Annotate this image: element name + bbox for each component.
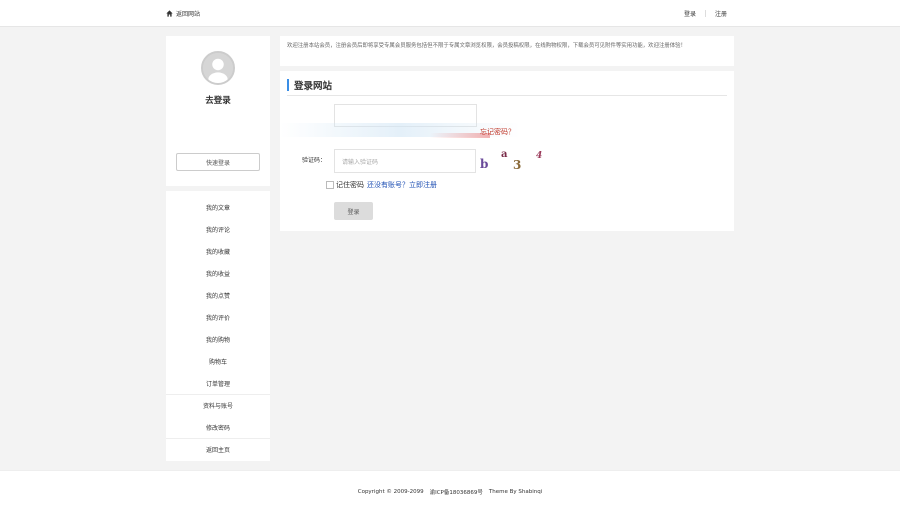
card-header: 登录网站 [287, 79, 727, 96]
accent-bar [287, 79, 289, 91]
home-icon [166, 10, 173, 17]
copyright-text: Copyright © 2009-2099 [357, 489, 424, 495]
user-menu: 我的文章 我的评论 我的收藏 我的收益 我的点赞 我的评价 我的购物 购物车 订… [166, 191, 270, 461]
back-to-site-label: 返回网站 [176, 11, 201, 18]
user-panel: 去登录 快速登录 [166, 36, 270, 186]
avatar [201, 51, 235, 85]
menu-item-my-purchases[interactable]: 我的购物 [166, 328, 270, 350]
menu-item-my-reviews[interactable]: 我的评价 [166, 306, 270, 328]
login-link[interactable]: 登录 [684, 9, 696, 18]
login-submit-button[interactable]: 登录 [334, 202, 373, 220]
register-link[interactable]: 注册 [715, 9, 727, 18]
captcha-char-4: 4 [536, 151, 543, 161]
menu-item-my-comments[interactable]: 我的评论 [166, 218, 270, 240]
captcha-image[interactable]: b a 3 4 [478, 149, 548, 175]
menu-item-my-likes[interactable]: 我的点赞 [166, 284, 270, 306]
menu-item-my-earnings[interactable]: 我的收益 [166, 262, 270, 284]
notice-banner: 欢迎注册本站会员，注册会员后即将享受专属会员服务包括但不限于专属文章浏览权限，会… [280, 36, 734, 66]
remember-label: 记住密码 [336, 181, 364, 189]
icp-link[interactable]: 渝ICP备18036869号 [430, 488, 483, 496]
forgot-password-link[interactable]: 忘记密码？ [480, 127, 515, 137]
menu-item-cart[interactable]: 购物车 [166, 350, 270, 372]
login-card: 登录网站 忘记密码？ 验证码： 请输入验证码 b a 3 4 记住密码 还没有账… [280, 71, 734, 231]
notice-text: 欢迎注册本站会员，注册会员后即将享受专属会员服务包括但不限于专属文章浏览权限，会… [287, 43, 686, 49]
menu-item-change-password[interactable]: 修改密码 [166, 416, 270, 438]
auth-links: 登录 注册 [684, 9, 727, 18]
theme-credit: Theme By Shabinqi [488, 489, 543, 495]
captcha-placeholder: 请输入验证码 [342, 158, 379, 166]
remember-row: 记住密码 还没有账号？立即注册 [326, 180, 437, 190]
footer: Copyright © 2009-2099 渝ICP备18036869号 The… [0, 470, 900, 513]
captcha-char-1: b [480, 157, 489, 171]
menu-item-orders[interactable]: 订单管理 [166, 372, 270, 394]
captcha-label: 验证码： [302, 157, 327, 164]
login-title: 登录网站 [294, 81, 333, 92]
quick-login-button[interactable]: 快速登录 [176, 153, 260, 171]
menu-item-profile[interactable]: 资料与账号 [166, 394, 270, 416]
menu-item-my-favorites[interactable]: 我的收藏 [166, 240, 270, 262]
divider [704, 10, 706, 17]
captcha-input[interactable]: 请输入验证码 [334, 149, 476, 173]
go-login-title[interactable]: 去登录 [166, 94, 270, 106]
top-bar: 返回网站 登录 注册 [0, 0, 900, 27]
menu-item-my-articles[interactable]: 我的文章 [166, 196, 270, 218]
captcha-char-2: a [501, 149, 508, 160]
register-now-link[interactable]: 还没有账号？立即注册 [367, 180, 437, 190]
captcha-char-3: 3 [513, 158, 522, 172]
remember-checkbox[interactable] [326, 181, 334, 189]
menu-item-home[interactable]: 返回主页 [166, 438, 270, 460]
back-to-site-link[interactable]: 返回网站 [166, 9, 200, 18]
user-icon [203, 53, 233, 83]
